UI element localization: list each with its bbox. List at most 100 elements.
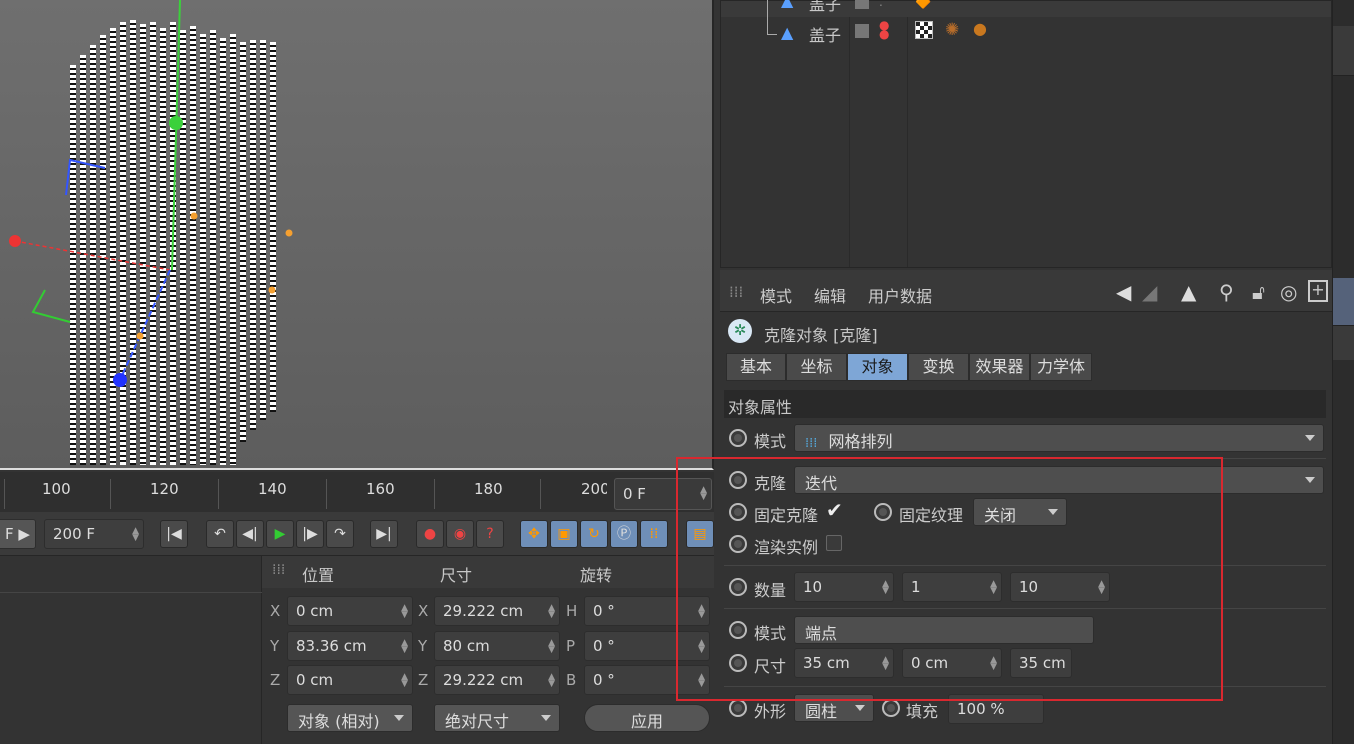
parameter-key-icon[interactable]: Ⓟ <box>610 520 638 548</box>
record-icon[interactable]: ● <box>416 520 444 548</box>
coordinate-mode-dropdown[interactable]: 对象 (相对) <box>287 704 413 732</box>
forward-arrow-icon[interactable]: ◢ <box>1142 280 1157 304</box>
animate-radio-icon[interactable] <box>729 654 747 672</box>
fill-field[interactable]: 100 % <box>948 694 1044 724</box>
search-icon[interactable]: ⚲ <box>1219 280 1234 304</box>
tab-object[interactable]: 对象 <box>847 353 908 381</box>
spinner-icon[interactable]: ▲ ▼ <box>401 604 408 620</box>
size-z-field[interactable]: 35 cm <box>1010 648 1072 678</box>
transform-gizmo[interactable] <box>0 0 714 470</box>
side-tab-attributes[interactable] <box>1333 278 1354 326</box>
go-to-end-icon[interactable]: ▶| <box>370 520 398 548</box>
spinner-icon[interactable]: ▲ ▼ <box>401 639 408 655</box>
rotation-h-field[interactable]: 0 ° ▲ ▼ <box>584 596 710 626</box>
tab-dynamics-body[interactable]: 力学体 <box>1030 353 1092 381</box>
spinner-icon[interactable]: ▲ ▼ <box>882 656 889 672</box>
autokey-icon[interactable]: ◉ <box>446 520 474 548</box>
start-frame-field[interactable]: F ▶ <box>0 519 36 549</box>
new-panel-icon[interactable]: + <box>1308 280 1328 302</box>
spinner-icon[interactable]: ▲ ▼ <box>700 486 707 502</box>
rotation-b-field[interactable]: 0 ° ▲ ▼ <box>584 665 710 695</box>
menu-mode[interactable]: 模式 <box>760 283 792 307</box>
size-y-field[interactable]: 80 cm ▲ ▼ <box>434 631 560 661</box>
lock-icon[interactable]: 🔓︎ <box>1252 280 1265 304</box>
visibility-dot-icon[interactable]: ● ● <box>879 19 889 40</box>
tab-coordinates[interactable]: 坐标 <box>786 353 847 381</box>
animate-radio-icon[interactable] <box>882 699 900 717</box>
step-back-icon[interactable]: ◀| <box>236 520 264 548</box>
animate-radio-icon[interactable] <box>729 429 747 447</box>
spinner-icon[interactable]: ▲ ▼ <box>548 639 555 655</box>
gear-tag-icon[interactable]: ✺ <box>945 20 959 40</box>
target-icon[interactable]: ◎ <box>1280 280 1297 304</box>
object-name[interactable]: 盖子 <box>809 22 841 46</box>
step-forward-icon[interactable]: |▶ <box>296 520 324 548</box>
current-frame-field[interactable]: 0 F ▲ ▼ <box>614 478 712 510</box>
tag-icon[interactable]: 🔶 <box>915 0 931 10</box>
keyframe-selection-icon[interactable]: ? <box>476 520 504 548</box>
spinner-icon[interactable]: ▲ ▼ <box>990 656 997 672</box>
spinner-icon[interactable]: ▲ ▼ <box>698 639 705 655</box>
side-tab[interactable] <box>1333 326 1354 360</box>
checkmark-icon[interactable]: ✔ <box>826 498 843 522</box>
size-y-field[interactable]: 0 cm ▲ ▼ <box>902 648 1002 678</box>
animate-radio-icon[interactable] <box>729 503 747 521</box>
end-frame-field[interactable]: 200 F ▲ ▼ <box>44 519 144 549</box>
clone-mode-dropdown[interactable]: 迭代 <box>794 466 1324 494</box>
animate-radio-icon[interactable] <box>729 535 747 553</box>
shape-dropdown[interactable]: 圆柱 <box>794 694 874 722</box>
animate-radio-icon[interactable] <box>874 503 892 521</box>
visibility-dot-icon[interactable]: ⁚ <box>879 0 883 9</box>
render-instance-checkbox[interactable] <box>826 535 842 551</box>
go-to-start-icon[interactable]: |◀ <box>160 520 188 548</box>
size-x-field[interactable]: 29.222 cm ▲ ▼ <box>434 596 560 626</box>
animate-radio-icon[interactable] <box>729 699 747 717</box>
spinner-icon[interactable]: ▲ ▼ <box>990 580 997 596</box>
scale-key-icon[interactable]: ▣ <box>550 520 578 548</box>
side-tab[interactable] <box>1333 26 1354 76</box>
animate-radio-icon[interactable] <box>729 578 747 596</box>
spinner-icon[interactable]: ▲ ▼ <box>1098 580 1105 596</box>
sphere-tag-icon[interactable]: ● <box>973 19 987 38</box>
position-x-field[interactable]: 0 cm ▲ ▼ <box>287 596 413 626</box>
layer-icon[interactable] <box>855 24 869 38</box>
next-key-icon[interactable]: ↷ <box>326 520 354 548</box>
count-x-field[interactable]: 10 ▲ ▼ <box>794 572 894 602</box>
spinner-icon[interactable]: ▲ ▼ <box>882 580 889 596</box>
spinner-icon[interactable]: ▲ ▼ <box>698 604 705 620</box>
layer-icon[interactable] <box>855 0 869 9</box>
count-z-field[interactable]: 10 ▲ ▼ <box>1010 572 1110 602</box>
film-icon[interactable]: ▤ <box>686 520 714 548</box>
size-z-field[interactable]: 29.222 cm ▲ ▼ <box>434 665 560 695</box>
size-x-field[interactable]: 35 cm ▲ ▼ <box>794 648 894 678</box>
position-z-field[interactable]: 0 cm ▲ ▼ <box>287 665 413 695</box>
previous-key-icon[interactable]: ↶ <box>206 520 234 548</box>
tab-transform[interactable]: 变换 <box>908 353 969 381</box>
size-mode-dropdown[interactable]: 绝对尺寸 <box>434 704 560 732</box>
material-tag-icon[interactable] <box>915 21 933 39</box>
rotate-key-icon[interactable]: ↻ <box>580 520 608 548</box>
spinner-icon[interactable]: ▲ ▼ <box>698 673 705 689</box>
timeline-ruler[interactable]: 100 120 140 160 180 200 <box>0 472 714 512</box>
mode-dropdown[interactable]: ⁞⁞⁞ 网格排列 <box>794 424 1324 452</box>
tab-basic[interactable]: 基本 <box>726 353 786 381</box>
move-key-icon[interactable]: ✥ <box>520 520 548 548</box>
fixed-texture-dropdown[interactable]: 关闭 <box>973 498 1067 526</box>
apply-button[interactable]: 应用 <box>584 704 710 732</box>
up-arrow-icon[interactable]: ▲ <box>1181 280 1196 304</box>
menu-edit[interactable]: 编辑 <box>814 283 846 307</box>
spinner-icon[interactable]: ▲ ▼ <box>548 673 555 689</box>
object-name[interactable]: 盖子 <box>809 0 841 15</box>
spinner-icon[interactable]: ▲ ▼ <box>548 604 555 620</box>
position-y-field[interactable]: 83.36 cm ▲ ▼ <box>287 631 413 661</box>
count-y-field[interactable]: 1 ▲ ▼ <box>902 572 1002 602</box>
play-icon[interactable]: ▶ <box>266 520 294 548</box>
spinner-icon[interactable]: ▲ ▼ <box>132 527 139 543</box>
pla-key-icon[interactable]: ⁞⁞ <box>640 520 668 548</box>
animate-radio-icon[interactable] <box>729 621 747 639</box>
object-manager[interactable]: ▲ 盖子 ⁚ 🔶 ▲ 盖子 ● ● ✺ ● <box>720 0 1332 268</box>
menu-user-data[interactable]: 用户数据 <box>868 283 932 307</box>
tab-effectors[interactable]: 效果器 <box>969 353 1030 381</box>
animate-radio-icon[interactable] <box>729 471 747 489</box>
3d-viewport[interactable] <box>0 0 714 470</box>
